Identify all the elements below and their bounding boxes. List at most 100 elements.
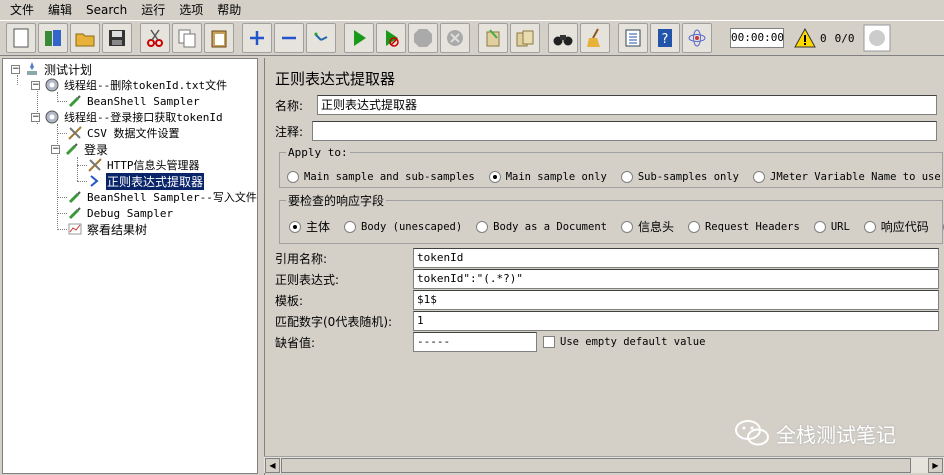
templates-button[interactable] [38,23,68,53]
expand-button[interactable] [242,23,272,53]
scroll-right-icon[interactable]: ▶ [928,458,943,473]
save-icon [109,30,125,46]
tree-node-test-plan[interactable]: − 测试计划 [11,61,93,77]
horizontal-scrollbar[interactable]: ◀ ▶ [264,456,944,473]
arrow-icon [90,175,99,187]
scissors-icon [147,29,163,47]
match-no-field[interactable]: 1 [413,311,939,331]
cut-button[interactable] [140,23,170,53]
stop-button[interactable] [408,23,438,53]
search-button[interactable] [548,23,578,53]
scroll-left-icon[interactable]: ◀ [265,458,280,473]
menu-help[interactable]: 帮助 [211,1,247,19]
elapsed-timer: 00:00:00 [730,28,784,48]
name-field[interactable]: 正则表达式提取器 [317,95,937,115]
field-body-unescaped-radio[interactable]: Body (unescaped) [344,220,462,233]
thread-count: 0/0 [834,31,855,45]
function-helper-button[interactable] [618,23,648,53]
pipette-icon [65,143,78,156]
paste-button[interactable] [204,23,234,53]
tree-node-csv-data-set[interactable]: CSV 数据文件设置 [67,125,181,141]
gear-icon [45,78,59,92]
new-button[interactable] [6,23,36,53]
toggle-button[interactable] [306,23,336,53]
ref-name-field[interactable]: tokenId [413,248,939,268]
broom-icon [587,28,600,47]
name-label: 名称: [275,98,304,113]
atom-icon [688,29,706,47]
toggle-icon [314,32,328,41]
menu-search[interactable]: Search [80,1,133,19]
binoculars-icon [553,35,573,46]
template-field[interactable]: $1$ [413,290,939,310]
tree-node-beanshell-sampler-2[interactable]: BeanShell Sampler--写入文件 [67,189,258,205]
field-request-headers-radio[interactable]: Request Headers [687,220,800,233]
collapse-toggle[interactable]: − [11,64,20,74]
field-url-radio[interactable]: URL [813,220,850,233]
tree-node-beanshell-sampler-1[interactable]: BeanShell Sampler [67,93,201,109]
test-plan-icon [27,62,37,75]
tree-node-regex-extractor[interactable]: 正则表达式提取器 [87,172,205,190]
tree-node-view-results-tree[interactable]: 察看结果树 [67,221,148,237]
watermark-text: 全栈测试笔记 [776,422,896,447]
shutdown-button[interactable] [440,23,470,53]
apply-to-options: Main sample and sub-samples Main sample … [287,166,944,188]
field-headers-radio[interactable]: 信息头 [620,218,674,235]
tree-node-debug-sampler[interactable]: Debug Sampler [67,205,174,221]
clear-all-button[interactable] [510,23,540,53]
field-body-radio[interactable]: 主体 [289,218,330,235]
ref-name-label: 引用名称: [275,251,328,266]
use-empty-default-label: Use empty default value [560,336,706,348]
field-response-code-radio[interactable]: 响应代码 [863,218,929,235]
apply-to-legend: Apply to: [288,146,348,159]
menu-edit[interactable]: 编辑 [42,1,78,19]
regex-label: 正则表达式: [275,272,340,287]
start-no-pause-button[interactable] [376,23,406,53]
collapse-toggle[interactable]: − [31,80,40,90]
warning-icon[interactable] [794,27,816,49]
menu-run[interactable]: 运行 [135,1,171,19]
minus-icon [282,36,296,40]
tree-node-thread-group-2[interactable]: − 线程组--登录接口获取tokenId [31,109,224,125]
tree-node-login[interactable]: − 登录 [51,141,109,157]
clear-button[interactable] [478,23,508,53]
collapse-toggle[interactable]: − [31,112,40,122]
apply-main-only-radio[interactable]: Main sample only [488,171,607,183]
template-label: 模板: [275,293,304,308]
wechat-icon [735,420,769,446]
scroll-thumb[interactable] [281,458,911,473]
remote-button[interactable] [682,23,712,53]
apply-main-and-sub-radio[interactable]: Main sample and sub-samples [287,171,475,183]
tools-icon [88,158,102,172]
tree-node-http-header-manager[interactable]: HTTP信息头管理器 [87,157,201,173]
use-empty-default-checkbox[interactable] [543,336,555,348]
default-value-field[interactable]: ----- [413,332,537,352]
apply-sub-only-radio[interactable]: Sub-samples only [620,171,739,183]
reset-search-button[interactable] [580,23,610,53]
tree-node-thread-group-1[interactable]: − 线程组--删除tokenId.txt文件 [31,77,228,93]
menu-options[interactable]: 选项 [173,1,209,19]
default-value-label: 缺省值: [275,335,316,350]
menu-file[interactable]: 文件 [4,1,40,19]
save-button[interactable] [102,23,132,53]
open-button[interactable] [70,23,100,53]
svg-text:?: ? [662,32,669,47]
apply-jmeter-var-radio[interactable]: JMeter Variable Name to use [753,171,941,183]
clear-icon [486,29,500,47]
collapse-button[interactable] [274,23,304,53]
comment-field[interactable] [312,121,937,141]
tools-icon [68,126,82,140]
start-button[interactable] [344,23,374,53]
pipette-icon [68,95,81,108]
copy-button[interactable] [172,23,202,53]
collapse-toggle[interactable]: − [51,144,60,154]
new-file-icon [13,28,29,48]
field-body-document-radio[interactable]: Body as a Document [476,220,607,233]
help-button[interactable]: ? [650,23,680,53]
pipette-icon [68,207,81,220]
paste-icon [211,30,227,48]
regex-field[interactable]: tokenId":"(.*?)" [413,269,939,289]
error-count: 0 [820,31,827,45]
status-indicator-icon [863,24,890,52]
chart-icon [68,223,82,235]
